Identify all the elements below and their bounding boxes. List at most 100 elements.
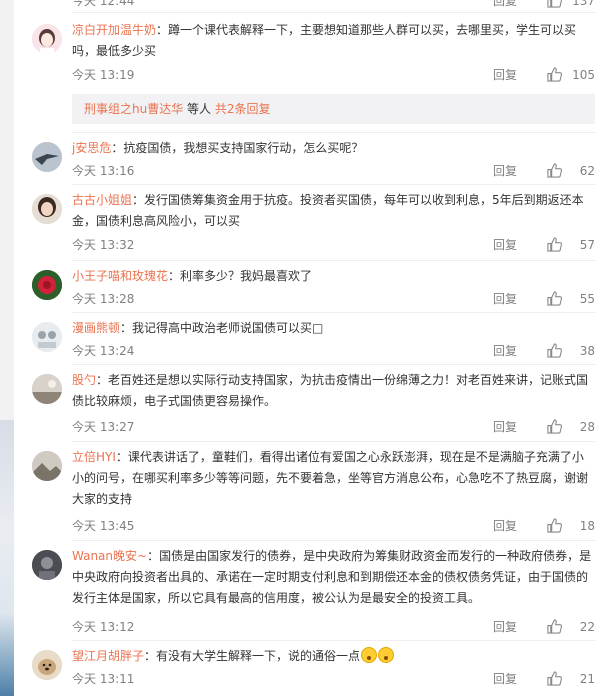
comment-meta: 今天 13:32 回复 57 <box>72 236 595 254</box>
comment-username[interactable]: j安思危 <box>72 141 111 155</box>
avatar-woman-icon <box>32 194 62 224</box>
divider <box>72 540 595 541</box>
divider <box>72 260 595 261</box>
avatar-dog-icon <box>32 650 62 680</box>
comment-username[interactable]: 望江月胡胖子 <box>72 649 144 663</box>
comment-partial: 今天 12:44 回复 137 <box>30 0 595 12</box>
sub-reply-others: 等人 <box>183 102 215 116</box>
comment-meta: 今天 13:24 回复 38 <box>72 342 595 360</box>
comment-meta: 今天 13:11 回复 21 <box>72 670 595 688</box>
comment-body: 股勺：老百姓还是想以实际行动支持国家，为抗击疫情出一份绵薄之力！对老百姓来讲，记… <box>72 370 595 412</box>
like-count: 38 <box>579 344 595 358</box>
like-count: 57 <box>579 238 595 252</box>
avatar[interactable] <box>32 374 62 404</box>
thumb-up-icon <box>547 518 562 533</box>
like-count: 18 <box>579 519 595 533</box>
divider <box>72 312 595 313</box>
divider <box>72 364 595 365</box>
comment-meta: 今天 13:28 回复 55 <box>72 290 595 308</box>
reply-button[interactable]: 回复 <box>493 66 517 84</box>
comment-time: 今天 12:44 <box>72 0 135 8</box>
comment-text: ：抗疫国债，我想买支持国家行动，怎么买呢？ <box>111 141 364 155</box>
reply-button[interactable]: 回复 <box>493 0 517 10</box>
like-count: 22 <box>579 620 595 634</box>
comment-time: 今天 13:45 <box>72 519 135 533</box>
avatar[interactable] <box>32 650 62 680</box>
comment-username[interactable]: 立倍HYI <box>72 450 116 464</box>
comment-item: 股勺：老百姓还是想以实际行动支持国家，为抗击疫情出一份绵薄之力！对老百姓来讲，记… <box>30 370 595 435</box>
avatar[interactable] <box>32 194 62 224</box>
sub-reply-user[interactable]: 刑事组之hu曹达华 <box>84 102 183 116</box>
comment-text: ：课代表讲话了，童鞋们，看得出诸位有爱国之心永跃澎湃，现在是不是满脑子充满了小小… <box>72 450 589 506</box>
comment-meta: 今天 13:16 回复 62 <box>72 162 595 180</box>
comment-username[interactable]: 漫画熊顿 <box>72 321 120 335</box>
like-count: 62 <box>579 164 595 178</box>
comment-time: 今天 13:11 <box>72 672 135 686</box>
comment-username[interactable]: 股勺 <box>72 373 96 387</box>
avatar-landscape-icon <box>32 451 62 481</box>
avatar-girl-icon <box>32 24 62 54</box>
avatar[interactable] <box>32 451 62 481</box>
comment-meta: 今天 13:19 回复 105 <box>72 66 595 84</box>
comment-time: 今天 13:12 <box>72 620 135 634</box>
comment-item: 立倍HYI：课代表讲话了，童鞋们，看得出诸位有爱国之心永跃澎湃，现在是不是满脑子… <box>30 447 595 537</box>
comment-text: ：利率多少？我妈最喜欢了 <box>168 269 313 283</box>
reply-button[interactable]: 回复 <box>493 342 517 360</box>
avatar[interactable] <box>32 550 62 580</box>
avatar-jet-icon <box>32 142 62 172</box>
avatar-scene-icon <box>32 374 62 404</box>
comment-item: 漫画熊顿：我记得高中政治老师说国债可以买□ 今天 13:24 回复 38 <box>30 318 595 358</box>
divider <box>72 132 595 133</box>
reply-button[interactable]: 回复 <box>493 618 517 636</box>
like-count: 137 <box>572 0 595 8</box>
sub-reply-count-link[interactable]: 共2条回复 <box>215 102 271 116</box>
comment-text: ：我记得高中政治老师说国债可以买□ <box>120 321 324 335</box>
avatar[interactable] <box>32 270 62 300</box>
thumb-up-icon <box>547 67 562 82</box>
comment-item: j安思危：抗疫国债，我想买支持国家行动，怎么买呢？ 今天 13:16 回复 62 <box>30 138 595 178</box>
comment-item: 小王子喵和玫瑰花：利率多少？我妈最喜欢了 今天 13:28 回复 55 <box>30 266 595 306</box>
comment-username[interactable]: 古古小姐姐 <box>72 193 132 207</box>
comment-body: 立倍HYI：课代表讲话了，童鞋们，看得出诸位有爱国之心永跃澎湃，现在是不是满脑子… <box>72 447 595 510</box>
reply-button[interactable]: 回复 <box>493 236 517 254</box>
like-count: 55 <box>579 292 595 306</box>
thumb-up-icon <box>547 0 562 8</box>
comment-body: 小王子喵和玫瑰花：利率多少？我妈最喜欢了 <box>72 266 595 287</box>
reply-button[interactable]: 回复 <box>493 290 517 308</box>
reply-button[interactable]: 回复 <box>493 418 517 436</box>
comment-meta: 今天 12:44 回复 137 <box>72 0 595 10</box>
comment-username[interactable]: 小王子喵和玫瑰花 <box>72 269 168 283</box>
reply-button[interactable]: 回复 <box>493 162 517 180</box>
comment-time: 今天 13:27 <box>72 420 135 434</box>
comment-item: 望江月胡胖子：有没有大学生解释一下，说的通俗一点 今天 13:11 回复 21 <box>30 646 595 691</box>
reply-button[interactable]: 回复 <box>493 517 517 535</box>
comment-meta: 今天 13:27 回复 28 <box>72 418 595 436</box>
divider <box>72 640 595 641</box>
avatar-cartoon-icon <box>32 322 62 352</box>
comment-time: 今天 13:24 <box>72 344 135 358</box>
comment-time: 今天 13:16 <box>72 164 135 178</box>
comment-body: 望江月胡胖子：有没有大学生解释一下，说的通俗一点 <box>72 646 595 667</box>
thumb-up-icon <box>547 419 562 434</box>
avatar[interactable] <box>32 142 62 172</box>
comment-meta: 今天 13:45 回复 18 <box>72 517 595 535</box>
left-edge-background <box>0 420 14 696</box>
thumb-up-icon <box>547 291 562 306</box>
reply-button[interactable]: 回复 <box>493 670 517 688</box>
comment-item: Wanan晚安~：国债是由国家发行的债券，是中央政府为筹集财政资金而发行的一种政… <box>30 546 595 636</box>
avatar[interactable] <box>32 322 62 352</box>
sub-reply-preview[interactable]: 刑事组之hu曹达华 等人 共2条回复 <box>72 94 595 124</box>
comment-text: ：国债是由国家发行的债券，是中央政府为筹集财政资金而发行的一种政府债券，是中央政… <box>72 549 592 605</box>
thumb-up-icon <box>547 237 562 252</box>
thumb-up-icon <box>547 343 562 358</box>
avatar[interactable] <box>32 24 62 54</box>
comment-text: ：老百姓还是想以实际行动支持国家，为抗击疫情出一份绵薄之力！对老百姓来讲，记账式… <box>72 373 589 408</box>
comment-text: ：有没有大学生解释一下，说的通俗一点 <box>144 649 361 663</box>
comment-username[interactable]: Wanan晚安~ <box>72 549 147 563</box>
comment-username[interactable]: 凉白开加温牛奶 <box>72 23 156 37</box>
comment-body: 凉白开加温牛奶：蹲一个课代表解释一下，主要想知道那些人群可以买，去哪里买，学生可… <box>72 20 595 62</box>
comment-body: Wanan晚安~：国债是由国家发行的债券，是中央政府为筹集财政资金而发行的一种政… <box>72 546 595 609</box>
divider <box>72 441 595 442</box>
comment-meta: 今天 13:12 回复 22 <box>72 618 595 636</box>
avatar-dark-icon <box>32 550 62 580</box>
